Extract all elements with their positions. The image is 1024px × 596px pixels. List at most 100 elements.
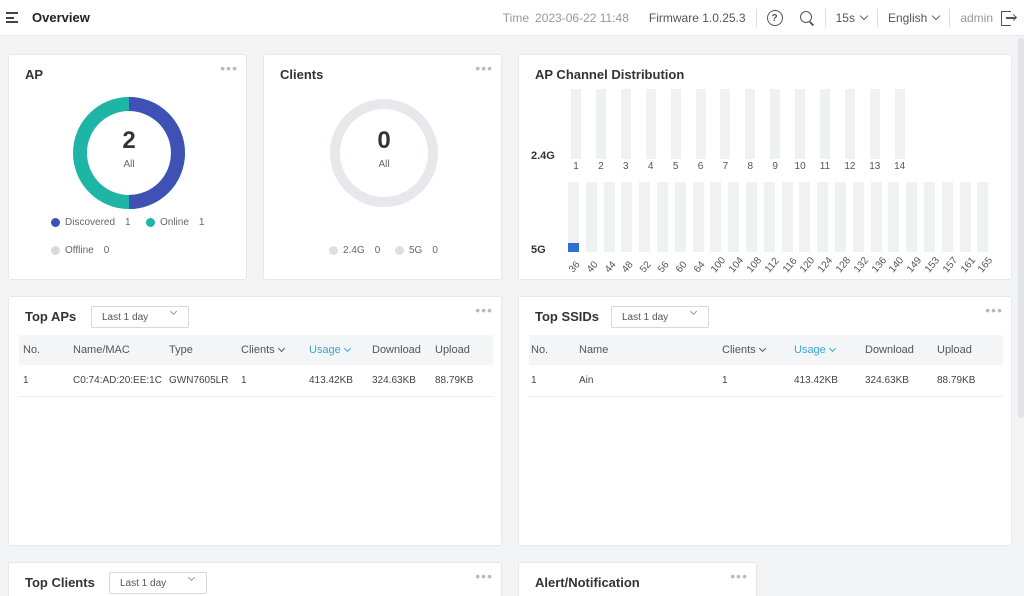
channel-5g-bar[interactable] [568,182,579,252]
channel-5g-bar[interactable] [639,182,651,252]
legend-offline[interactable]: Offline 0 [51,245,109,256]
range-value: Last 1 day [102,311,149,323]
chevron-down-icon [758,345,766,353]
channel-5g-bar[interactable] [977,182,989,252]
channel-24g-bar[interactable] [645,89,656,159]
channel-5g-label: 140 [887,255,907,276]
legend-label: Online [160,217,189,228]
channel-5g-label: 100 [709,255,729,276]
channel-5g-label: 157 [940,255,960,276]
channel-5g-label: 128 [834,255,854,276]
header-toolbar: Time 2023-06-22 11:48 Firmware 1.0.25.3 … [503,0,1018,36]
legend-discovered[interactable]: Discovered 1 [51,217,131,228]
channel-5g-bar[interactable] [603,182,615,252]
top-ssids-range-select[interactable]: Last 1 day [611,306,709,328]
channel-24g-bar[interactable] [720,89,731,159]
channel-24g-bar[interactable] [820,89,830,159]
card-menu-icon[interactable]: ••• [475,61,493,75]
col-usage-sort[interactable]: Usage [794,344,836,356]
channel-5g-bar[interactable] [941,182,953,252]
channel-24g-bar[interactable] [695,89,706,159]
card-menu-icon[interactable]: ••• [730,569,748,583]
channel-5g-bar[interactable] [746,182,757,252]
channel-5g-label: 36 [567,259,583,276]
cell-no: 1 [531,375,537,386]
col-usage-sort[interactable]: Usage [309,344,351,356]
col-download: Download [372,344,421,356]
channel-5g-bar[interactable] [674,182,686,252]
card-menu-icon[interactable]: ••• [220,61,238,75]
channel-24g-bar[interactable] [571,89,581,159]
channel-5g-bar[interactable] [888,182,900,252]
channel-5g-bar[interactable] [852,182,864,252]
clients-total: 0 All [334,127,434,170]
channel-5g-bar[interactable] [585,182,597,252]
channel-5g-label: 149 [905,255,925,276]
chevron-down-icon [828,345,836,353]
table-row[interactable]: 1 Ain 1 413.42KB 324.63KB 88.79KB [529,365,1003,397]
col-clients-label: Clients [241,344,275,356]
channel-5g-bar[interactable] [710,182,722,252]
top-aps-range-select[interactable]: Last 1 day [91,306,189,328]
channel-5g-bar[interactable] [835,182,846,252]
channel-5g-bar[interactable] [763,182,775,252]
channel-5g-bar[interactable] [621,182,633,252]
col-no: No. [531,344,549,356]
channel-5g-bar[interactable] [817,182,829,252]
logout-icon[interactable] [1001,10,1018,26]
channel-5g-bar[interactable] [870,182,882,252]
legend-dot [51,246,60,255]
legend-5g[interactable]: 5G 0 [395,245,438,256]
channel-5g-bar[interactable] [728,182,740,252]
top-header: Overview Time 2023-06-22 11:48 Firmware … [0,0,1024,36]
channel-5g-bar[interactable] [906,182,918,252]
channel-5g-bar[interactable] [959,182,971,252]
menu-toggle-icon[interactable] [6,11,20,24]
refresh-interval-select[interactable]: 15s [836,11,869,25]
channel-24g-bar[interactable] [795,89,806,159]
col-clients-sort[interactable]: Clients [722,344,766,356]
range-value: Last 1 day [120,577,167,589]
legend-dot [146,218,155,227]
legend-dot [51,218,60,227]
col-clients-sort[interactable]: Clients [241,344,285,356]
channel-24g-bar[interactable] [770,89,781,159]
channel-5g-bar[interactable] [692,182,704,252]
cell-clients: 1 [241,375,247,386]
chevron-down-icon [932,11,941,21]
search-icon[interactable] [799,10,815,26]
page-scrollbar[interactable] [1018,38,1024,418]
legend-online[interactable]: Online 1 [146,217,204,228]
channel-5g-label: 165 [976,255,996,276]
cell-download: 324.63KB [372,375,416,386]
legend-value: 0 [103,245,110,256]
col-usage-label: Usage [309,344,341,356]
cell-usage: 413.42KB [309,375,353,386]
table-row[interactable]: 1 C0:74:AD:20:EE:1C GWN7605LR 1 413.42KB… [19,365,493,397]
channel-24g-bar[interactable] [869,89,880,159]
channel-24g-bar[interactable] [745,89,756,159]
card-menu-icon[interactable]: ••• [475,569,493,583]
user-menu[interactable]: admin [960,11,993,25]
channel-24g-bar[interactable] [894,89,905,159]
channel-24g-label: 10 [794,161,806,172]
channel-24g-bar[interactable] [620,89,631,159]
chevron-down-icon [187,573,196,582]
card-menu-icon[interactable]: ••• [475,303,493,317]
top-clients-range-select[interactable]: Last 1 day [109,572,207,594]
channel-5g-bar[interactable] [657,182,668,252]
channel-24g-bar[interactable] [844,89,855,159]
channel-24g-bar[interactable] [595,89,606,159]
channel-5g-bar[interactable] [799,182,811,252]
channel-24g-label: 5 [672,161,679,172]
legend-value: 1 [125,217,131,228]
channel-5g-label: 48 [620,259,636,276]
channel-5g-bar[interactable] [781,182,793,252]
col-upload: Upload [435,344,470,356]
language-select[interactable]: English [888,11,941,25]
channel-24g-bar[interactable] [670,89,681,159]
legend-24g[interactable]: 2.4G 0 [329,245,380,256]
help-icon[interactable]: ? [766,10,783,26]
card-menu-icon[interactable]: ••• [985,303,1003,317]
channel-5g-bar[interactable] [924,182,935,252]
